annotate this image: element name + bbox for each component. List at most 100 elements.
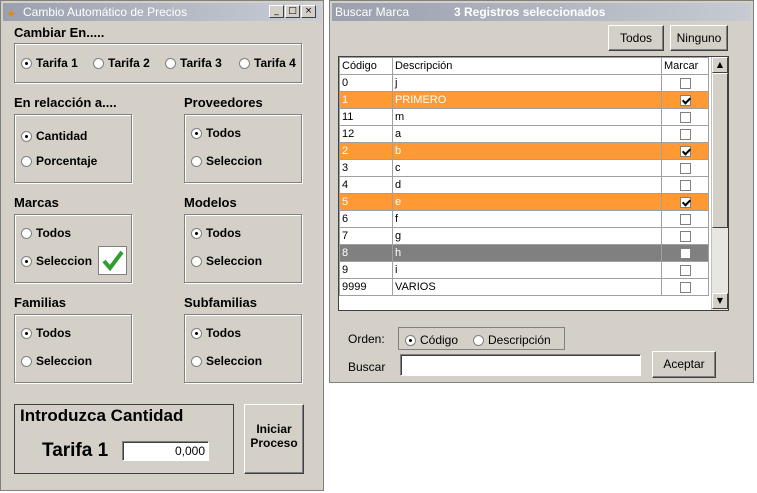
cell-marcar <box>661 210 709 228</box>
aceptar-button[interactable]: Aceptar <box>652 351 716 378</box>
radio-dot-icon[interactable] <box>21 327 32 339</box>
marcas-radio-seleccion[interactable]: Seleccion <box>21 254 92 268</box>
table-row[interactable]: 2b <box>339 142 709 160</box>
scroll-thumb[interactable] <box>712 73 728 228</box>
col-marcar[interactable]: Marcar <box>661 57 709 75</box>
cell-codigo: 6 <box>339 210 393 228</box>
radio-label: Seleccion <box>206 354 263 368</box>
marcar-checkbox[interactable] <box>679 162 691 174</box>
window-title: Cambio Automático de Precios <box>23 5 188 19</box>
radio-label: Seleccion <box>36 354 93 368</box>
table-row[interactable]: 5e <box>339 193 709 211</box>
cell-descripcion: e <box>391 193 663 211</box>
marcar-checkbox[interactable] <box>679 230 691 242</box>
proveedores-label: Proveedores <box>184 95 263 110</box>
cell-marcar <box>661 261 709 279</box>
radio-dot-icon[interactable] <box>21 130 32 142</box>
proveedores-radio-todos[interactable]: Todos <box>191 126 241 140</box>
radio-dot-icon[interactable] <box>405 334 416 346</box>
table-row[interactable]: 1 PRIMERO <box>339 91 709 109</box>
marcar-checkbox[interactable] <box>679 77 691 89</box>
modelos-radio-seleccion[interactable]: Seleccion <box>191 254 262 268</box>
radio-dot-icon[interactable] <box>191 127 202 139</box>
tarifa-radio-3[interactable]: Tarifa 3 <box>165 56 222 70</box>
familias-radio-seleccion[interactable]: Seleccion <box>21 354 92 368</box>
table-row[interactable]: 9999 VARIOS <box>339 278 709 296</box>
table-row[interactable]: 6f <box>339 210 709 228</box>
marcar-checkbox[interactable] <box>679 145 691 157</box>
marcar-checkbox[interactable] <box>679 213 691 225</box>
radio-label: Código <box>420 333 459 347</box>
table-row[interactable]: 12 a <box>339 125 709 143</box>
marcar-checkbox[interactable] <box>679 94 691 106</box>
tarifa-radio-1[interactable]: Tarifa 1 <box>21 56 78 70</box>
marcar-checkbox[interactable] <box>679 281 691 293</box>
cell-descripcion: f <box>391 210 663 228</box>
radio-dot-icon[interactable] <box>165 57 176 69</box>
marcar-checkbox[interactable] <box>679 111 691 123</box>
cantidad-panel: Introduzca Cantidad Tarifa 1 <box>14 404 234 474</box>
radio-dot-icon[interactable] <box>21 155 32 167</box>
radio-dot-icon[interactable] <box>473 334 484 346</box>
marcar-checkbox[interactable] <box>679 196 691 208</box>
subfamilias-radio-seleccion[interactable]: Seleccion <box>191 354 262 368</box>
radio-dot-icon[interactable] <box>191 255 202 267</box>
proveedores-radio-seleccion[interactable]: Seleccion <box>191 154 262 168</box>
marcas-radio-todos[interactable]: Todos <box>21 226 71 240</box>
tarifa-radio-2[interactable]: Tarifa 2 <box>93 56 150 70</box>
radio-label: Todos <box>36 326 72 340</box>
col-codigo[interactable]: Código <box>339 57 393 75</box>
title-bar[interactable]: ✦ Cambio Automático de Precios _ □ × <box>3 3 321 21</box>
relacion-radio-cantidad[interactable]: Cantidad <box>21 129 87 143</box>
ninguno-button[interactable]: Ninguno <box>670 25 728 51</box>
marcar-checkbox[interactable] <box>679 179 691 191</box>
table-row[interactable]: 9i <box>339 261 709 279</box>
cantidad-input[interactable] <box>122 441 209 461</box>
buscar-input[interactable] <box>400 354 641 376</box>
radio-dot-icon[interactable] <box>21 227 32 239</box>
table-row[interactable]: 4d <box>339 176 709 194</box>
radio-dot-icon[interactable] <box>191 327 202 339</box>
table-row[interactable]: 11 m <box>339 108 709 126</box>
marcar-checkbox[interactable] <box>679 264 691 276</box>
radio-dot-icon[interactable] <box>21 57 32 69</box>
col-descripcion[interactable]: Descripción <box>391 57 663 75</box>
radio-dot-icon[interactable] <box>191 355 202 367</box>
table-row[interactable]: 7g <box>339 227 709 245</box>
buscar-marca-window: Buscar Marca 3 Registros seleccionados T… <box>329 0 754 383</box>
cell-codigo: 2 <box>339 142 393 160</box>
subfamilias-radio-todos[interactable]: Todos <box>191 326 241 340</box>
marcas-check-icon[interactable] <box>98 246 127 275</box>
modelos-label: Modelos <box>184 195 237 210</box>
orden-descripcion-radio[interactable]: Descripción <box>473 333 551 347</box>
radio-dot-icon[interactable] <box>191 227 202 239</box>
close-icon[interactable]: × <box>301 5 316 18</box>
radio-dot-icon[interactable] <box>93 57 104 69</box>
todos-button[interactable]: Todos <box>608 25 664 51</box>
tarifa-radio-4[interactable]: Tarifa 4 <box>239 56 296 70</box>
cell-descripcion: j <box>391 74 663 92</box>
table-row[interactable]: 0j <box>339 74 709 92</box>
familias-radio-todos[interactable]: Todos <box>21 326 71 340</box>
buscar-title-bar[interactable]: Buscar Marca 3 Registros seleccionados <box>332 3 751 21</box>
orden-codigo-radio[interactable]: Código <box>405 333 458 347</box>
cell-descripcion: d <box>391 176 663 194</box>
maximize-icon[interactable]: □ <box>285 5 300 18</box>
table-row[interactable]: 3c <box>339 159 709 177</box>
radio-dot-icon[interactable] <box>21 355 32 367</box>
table-row[interactable]: 8h <box>339 244 709 262</box>
iniciar-proceso-button[interactable]: Iniciar Proceso <box>244 404 304 474</box>
modelos-radio-todos[interactable]: Todos <box>191 226 241 240</box>
relacion-radio-porcentaje[interactable]: Porcentaje <box>21 154 97 168</box>
radio-dot-icon[interactable] <box>191 155 202 167</box>
minimize-icon[interactable]: _ <box>269 5 284 18</box>
radio-dot-icon[interactable] <box>239 57 250 69</box>
radio-label: Tarifa 2 <box>108 56 150 70</box>
table-scrollbar[interactable]: ▲ ▼ <box>711 57 728 310</box>
marcar-checkbox[interactable] <box>679 128 691 140</box>
radio-label: Tarifa 3 <box>180 56 222 70</box>
scroll-down-icon[interactable]: ▼ <box>712 293 728 309</box>
radio-dot-icon[interactable] <box>21 255 32 267</box>
marcar-checkbox[interactable] <box>679 247 691 259</box>
scroll-up-icon[interactable]: ▲ <box>712 57 728 73</box>
